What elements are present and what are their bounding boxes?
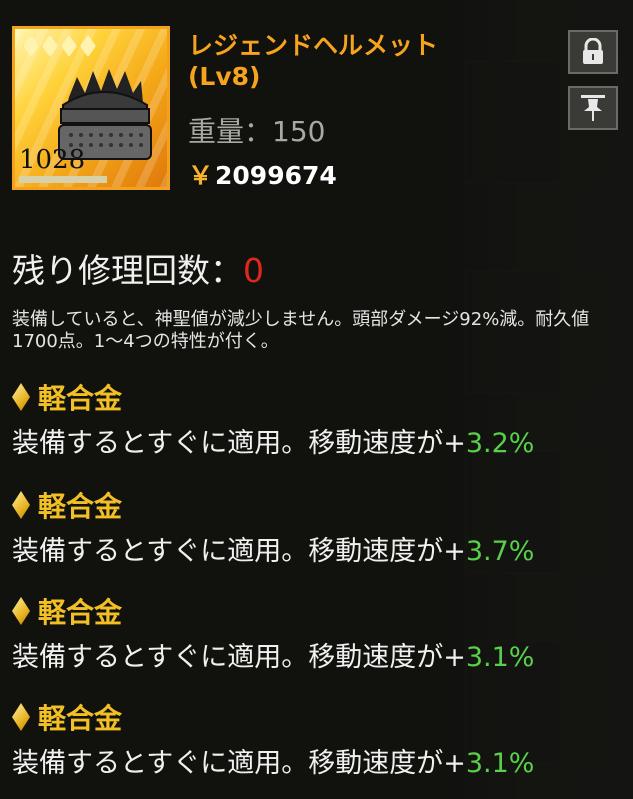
trait-entry: 軽合金 装備するとすぐに適用。移動速度が+3.1% [12,591,622,674]
trait-title: 軽合金 [38,702,123,735]
trait-text: 装備するとすぐに適用。移動速度が+ [12,642,466,673]
trait-entry: 軽合金 装備するとすぐに適用。移動速度が+3.2% [12,377,622,460]
item-name: レジェンドヘルメット (Lv8) [188,30,558,92]
trait-effect: 装備するとすぐに適用。移動速度が+3.1% [12,635,622,674]
lock-icon [583,38,603,64]
trait-text: 装備するとすぐに適用。移動速度が+ [12,748,466,779]
item-description: 装備していると、神聖値が減少しません。頭部ダメージ92%減。耐久値1700点。1… [12,309,590,352]
trait-value: 3.1% [465,642,535,673]
trait-effect: 装備するとすぐに適用。移動速度が+3.2% [12,421,622,460]
item-level: (Lv8) [188,62,261,91]
star-icon [42,35,58,57]
repair-value: 0 [243,251,264,290]
rarity-stars [23,35,96,57]
yen-icon: ￥ [188,161,214,190]
weight-value: 150 [272,115,326,148]
repair-count: 残り修理回数：0 [12,244,264,292]
trait-effect: 装備するとすぐに適用。移動速度が+3.7% [12,529,622,568]
diamond-icon [12,383,30,411]
durability-bar [19,176,107,183]
diamond-icon [12,491,30,519]
diamond-icon [12,703,30,731]
trait-title: 軽合金 [38,596,123,629]
trait-effect: 装備するとすぐに適用。移動速度が+3.1% [12,741,622,780]
diamond-icon [12,597,30,625]
weight-label: 重量： [188,115,273,148]
star-icon [61,35,77,57]
star-icon [23,35,39,57]
trait-title: 軽合金 [38,382,123,415]
item-number: 1028 [19,145,86,175]
trait-value: 3.7% [465,536,535,567]
item-tooltip-panel: 1028 レジェンドヘルメット (Lv8) 重量：150 ￥2099674 残り… [0,0,633,799]
trait-entry: 軽合金 装備するとすぐに適用。移動速度が+3.7% [12,485,622,568]
trait-value: 3.2% [465,428,535,459]
lock-button[interactable] [568,30,618,74]
trait-title: 軽合金 [38,490,123,523]
trait-value: 3.1% [465,748,535,779]
item-price: ￥2099674 [188,156,337,192]
trait-entry: 軽合金 装備するとすぐに適用。移動速度が+3.1% [12,697,622,780]
pin-icon [581,95,605,121]
price-value: 2099674 [215,161,337,190]
item-weight: 重量：150 [188,110,325,150]
trait-text: 装備するとすぐに適用。移動速度が+ [12,428,466,459]
item-thumbnail[interactable]: 1028 [12,26,170,190]
trait-text: 装備するとすぐに適用。移動速度が+ [12,536,466,567]
star-icon [80,35,96,57]
pin-button[interactable] [568,86,618,130]
item-name-text: レジェンドヘルメット [188,31,439,60]
repair-label: 残り修理回数： [12,251,243,290]
